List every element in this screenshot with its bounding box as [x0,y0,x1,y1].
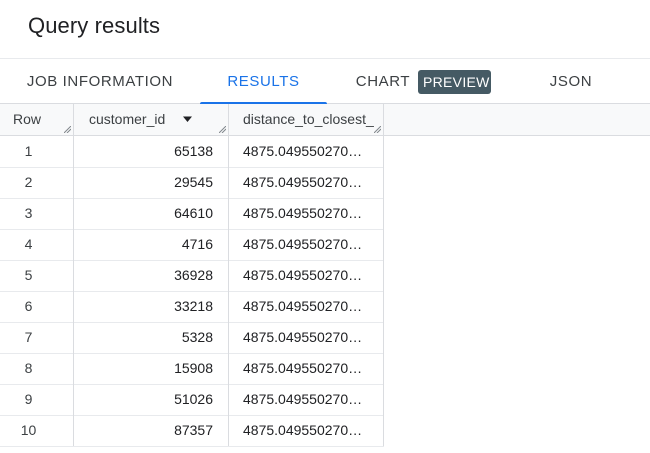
row-number-cell: 10 [0,415,74,446]
customer-id-cell[interactable]: 87357 [74,415,229,446]
table-row[interactable]: 6 33218 4875.049550270… [0,291,650,323]
distance-cell[interactable]: 4875.049550270… [229,198,384,229]
tab-json[interactable]: JSON [520,59,622,104]
tab-job-information[interactable]: JOB INFORMATION [0,59,200,104]
row-number-cell: 6 [0,291,74,322]
column-header-label: distance_to_closest_ [243,111,374,127]
preview-badge: PREVIEW [418,70,491,94]
column-header-label: Row [13,111,42,127]
row-number-cell: 7 [0,322,74,353]
row-number-cell: 5 [0,260,74,291]
column-header-distance[interactable]: distance_to_closest_ [229,104,384,135]
column-resize-handle-icon[interactable] [374,126,381,133]
table-row[interactable]: 1 65138 4875.049550270… [0,136,650,168]
customer-id-cell[interactable]: 51026 [74,384,229,415]
sort-descending-icon[interactable] [182,115,193,123]
customer-id-cell[interactable]: 15908 [74,353,229,384]
column-header-customer-id[interactable]: customer_id [74,104,229,135]
results-table: Row customer_id distance_to_closest_ 1 6… [0,104,650,447]
column-resize-handle-icon[interactable] [64,126,71,133]
table-row[interactable]: 7 5328 4875.049550270… [0,322,650,354]
customer-id-cell[interactable]: 64610 [74,198,229,229]
customer-id-cell[interactable]: 29545 [74,167,229,198]
table-row[interactable]: 3 64610 4875.049550270… [0,198,650,230]
tab-results[interactable]: RESULTS [200,59,327,105]
row-divider [0,446,384,447]
table-row[interactable]: 8 15908 4875.049550270… [0,353,650,385]
query-results-panel: Query results JOB INFORMATION RESULTS CH… [0,0,650,453]
distance-cell[interactable]: 4875.049550270… [229,322,384,353]
distance-cell[interactable]: 4875.049550270… [229,167,384,198]
table-row[interactable]: 9 51026 4875.049550270… [0,384,650,416]
tab-label: JSON [549,73,593,90]
distance-cell[interactable]: 4875.049550270… [229,353,384,384]
tab-label: RESULTS [227,73,300,90]
distance-cell[interactable]: 4875.049550270… [229,136,384,167]
row-number-cell: 2 [0,167,74,198]
table-row[interactable]: 4 4716 4875.049550270… [0,229,650,261]
distance-cell[interactable]: 4875.049550270… [229,260,384,291]
tab-chart[interactable]: CHART [343,59,423,104]
page-title: Query results [28,13,161,38]
table-body: 1 65138 4875.049550270… 2 29545 4875.04955027… [0,136,650,447]
distance-cell[interactable]: 4875.049550270… [229,384,384,415]
table-row[interactable]: 10 87357 4875.049550270… [0,415,650,447]
distance-cell[interactable]: 4875.049550270… [229,229,384,260]
tab-label: CHART [355,73,411,90]
row-number-cell: 1 [0,136,74,167]
row-number-cell: 8 [0,353,74,384]
customer-id-cell[interactable]: 4716 [74,229,229,260]
column-header-label: customer_id [89,111,166,127]
table-row[interactable]: 2 29545 4875.049550270… [0,167,650,199]
row-number-cell: 4 [0,229,74,260]
customer-id-cell[interactable]: 33218 [74,291,229,322]
row-number-cell: 9 [0,384,74,415]
customer-id-cell[interactable]: 5328 [74,322,229,353]
customer-id-cell[interactable]: 65138 [74,136,229,167]
customer-id-cell[interactable]: 36928 [74,260,229,291]
table-header: Row customer_id distance_to_closest_ [0,104,650,136]
distance-cell[interactable]: 4875.049550270… [229,415,384,446]
distance-cell[interactable]: 4875.049550270… [229,291,384,322]
row-number-cell: 3 [0,198,74,229]
column-header-row[interactable]: Row [0,104,74,135]
column-resize-handle-icon[interactable] [219,126,226,133]
tab-label: JOB INFORMATION [26,73,174,90]
result-tabs: JOB INFORMATION RESULTS CHART PREVIEW JS… [0,58,650,105]
table-row[interactable]: 5 36928 4875.049550270… [0,260,650,292]
